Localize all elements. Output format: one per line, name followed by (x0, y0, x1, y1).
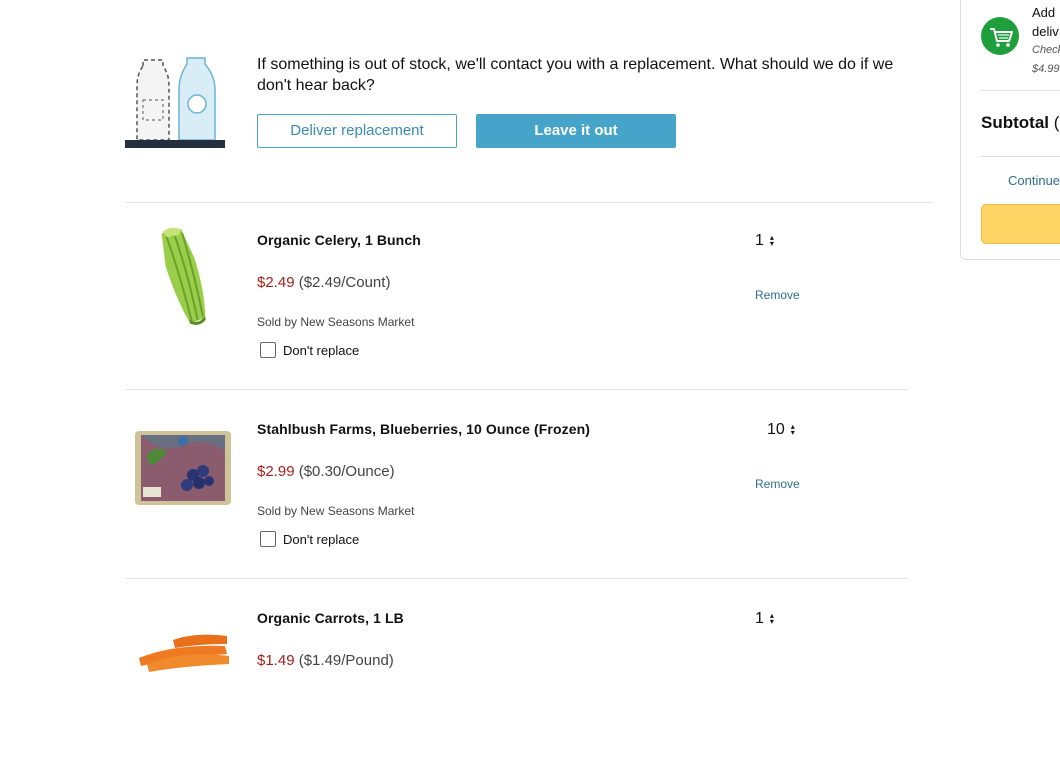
replacement-message: If something is out of stock, we'll cont… (257, 56, 894, 94)
remove-link[interactable]: Remove (755, 477, 800, 491)
cart-summary-card: Add deliv Check $4.99 Subtotal ( Continu… (960, 0, 1060, 260)
dont-replace-checkbox[interactable] (260, 342, 276, 358)
delivery-fee-note: Check $4.99 (1032, 44, 1060, 75)
sold-by: Sold by New Seasons Market (257, 504, 415, 518)
divider (125, 578, 908, 579)
chevron-up-down-icon: ▴ ▾ (790, 422, 795, 437)
dont-replace-checkbox[interactable] (260, 531, 276, 547)
remove-link[interactable]: Remove (755, 288, 800, 302)
quantity-value: 1 (755, 610, 764, 627)
sold-by: Sold by New Seasons Market (257, 315, 415, 329)
cart-item: Organic Carrots, 1 LB $1.49 ($1.49/Pound… (125, 580, 908, 768)
dont-replace-label: Don't replace (283, 342, 360, 358)
leave-it-out-button[interactable]: Leave it out (476, 114, 676, 148)
quantity-value: 1 (755, 232, 764, 249)
quantity-selector[interactable]: 10 ▴ ▾ (767, 421, 795, 439)
cart-item: Organic Celery, 1 Bunch $2.49 ($2.49/Cou… (125, 202, 908, 390)
dont-replace-option[interactable]: Don't replace (260, 531, 359, 547)
quantity-selector[interactable]: 1 ▴ ▾ (755, 232, 774, 250)
unit-price: ($0.30/Ounce) (298, 463, 395, 480)
delivery-promo-text: Add deliv (1032, 5, 1059, 39)
checkout-button[interactable] (981, 204, 1060, 244)
item-price: $2.99 (257, 463, 295, 480)
deliver-replacement-button[interactable]: Deliver replacement (257, 114, 457, 148)
unit-price: ($1.49/Pound) (298, 652, 394, 669)
divider (980, 90, 1060, 91)
item-title[interactable]: Organic Celery, 1 Bunch (257, 232, 421, 248)
chevron-up-down-icon: ▴ ▾ (769, 611, 774, 626)
dont-replace-label: Don't replace (283, 531, 360, 547)
quantity-value: 10 (767, 421, 785, 438)
subtotal-label: Subtotal ( (981, 113, 1060, 132)
price-line: $2.99 ($0.30/Ounce) (257, 463, 395, 480)
cart-item: Stahlbush Farms, Blueberries, 10 Ounce (… (125, 391, 908, 579)
dont-replace-option[interactable]: Don't replace (260, 342, 359, 358)
carrots-product-image[interactable] (133, 624, 233, 728)
celery-product-image[interactable] (133, 226, 233, 330)
item-title[interactable]: Stahlbush Farms, Blueberries, 10 Ounce (… (257, 421, 590, 437)
quantity-selector[interactable]: 1 ▴ ▾ (755, 610, 774, 628)
item-title[interactable]: Organic Carrots, 1 LB (257, 610, 404, 626)
continue-link[interactable]: Continue (1008, 173, 1060, 188)
divider (125, 389, 908, 390)
item-price: $1.49 (257, 652, 295, 669)
price-line: $2.49 ($2.49/Count) (257, 274, 390, 291)
price-line: $1.49 ($1.49/Pound) (257, 652, 394, 669)
divider (980, 156, 1060, 157)
bottles-illustration-icon (125, 57, 225, 148)
shopping-cart-icon (981, 17, 1019, 55)
item-price: $2.49 (257, 274, 295, 291)
chevron-up-down-icon: ▴ ▾ (769, 233, 774, 248)
unit-price: ($2.49/Count) (298, 274, 391, 291)
blueberries-product-image[interactable] (133, 415, 233, 519)
